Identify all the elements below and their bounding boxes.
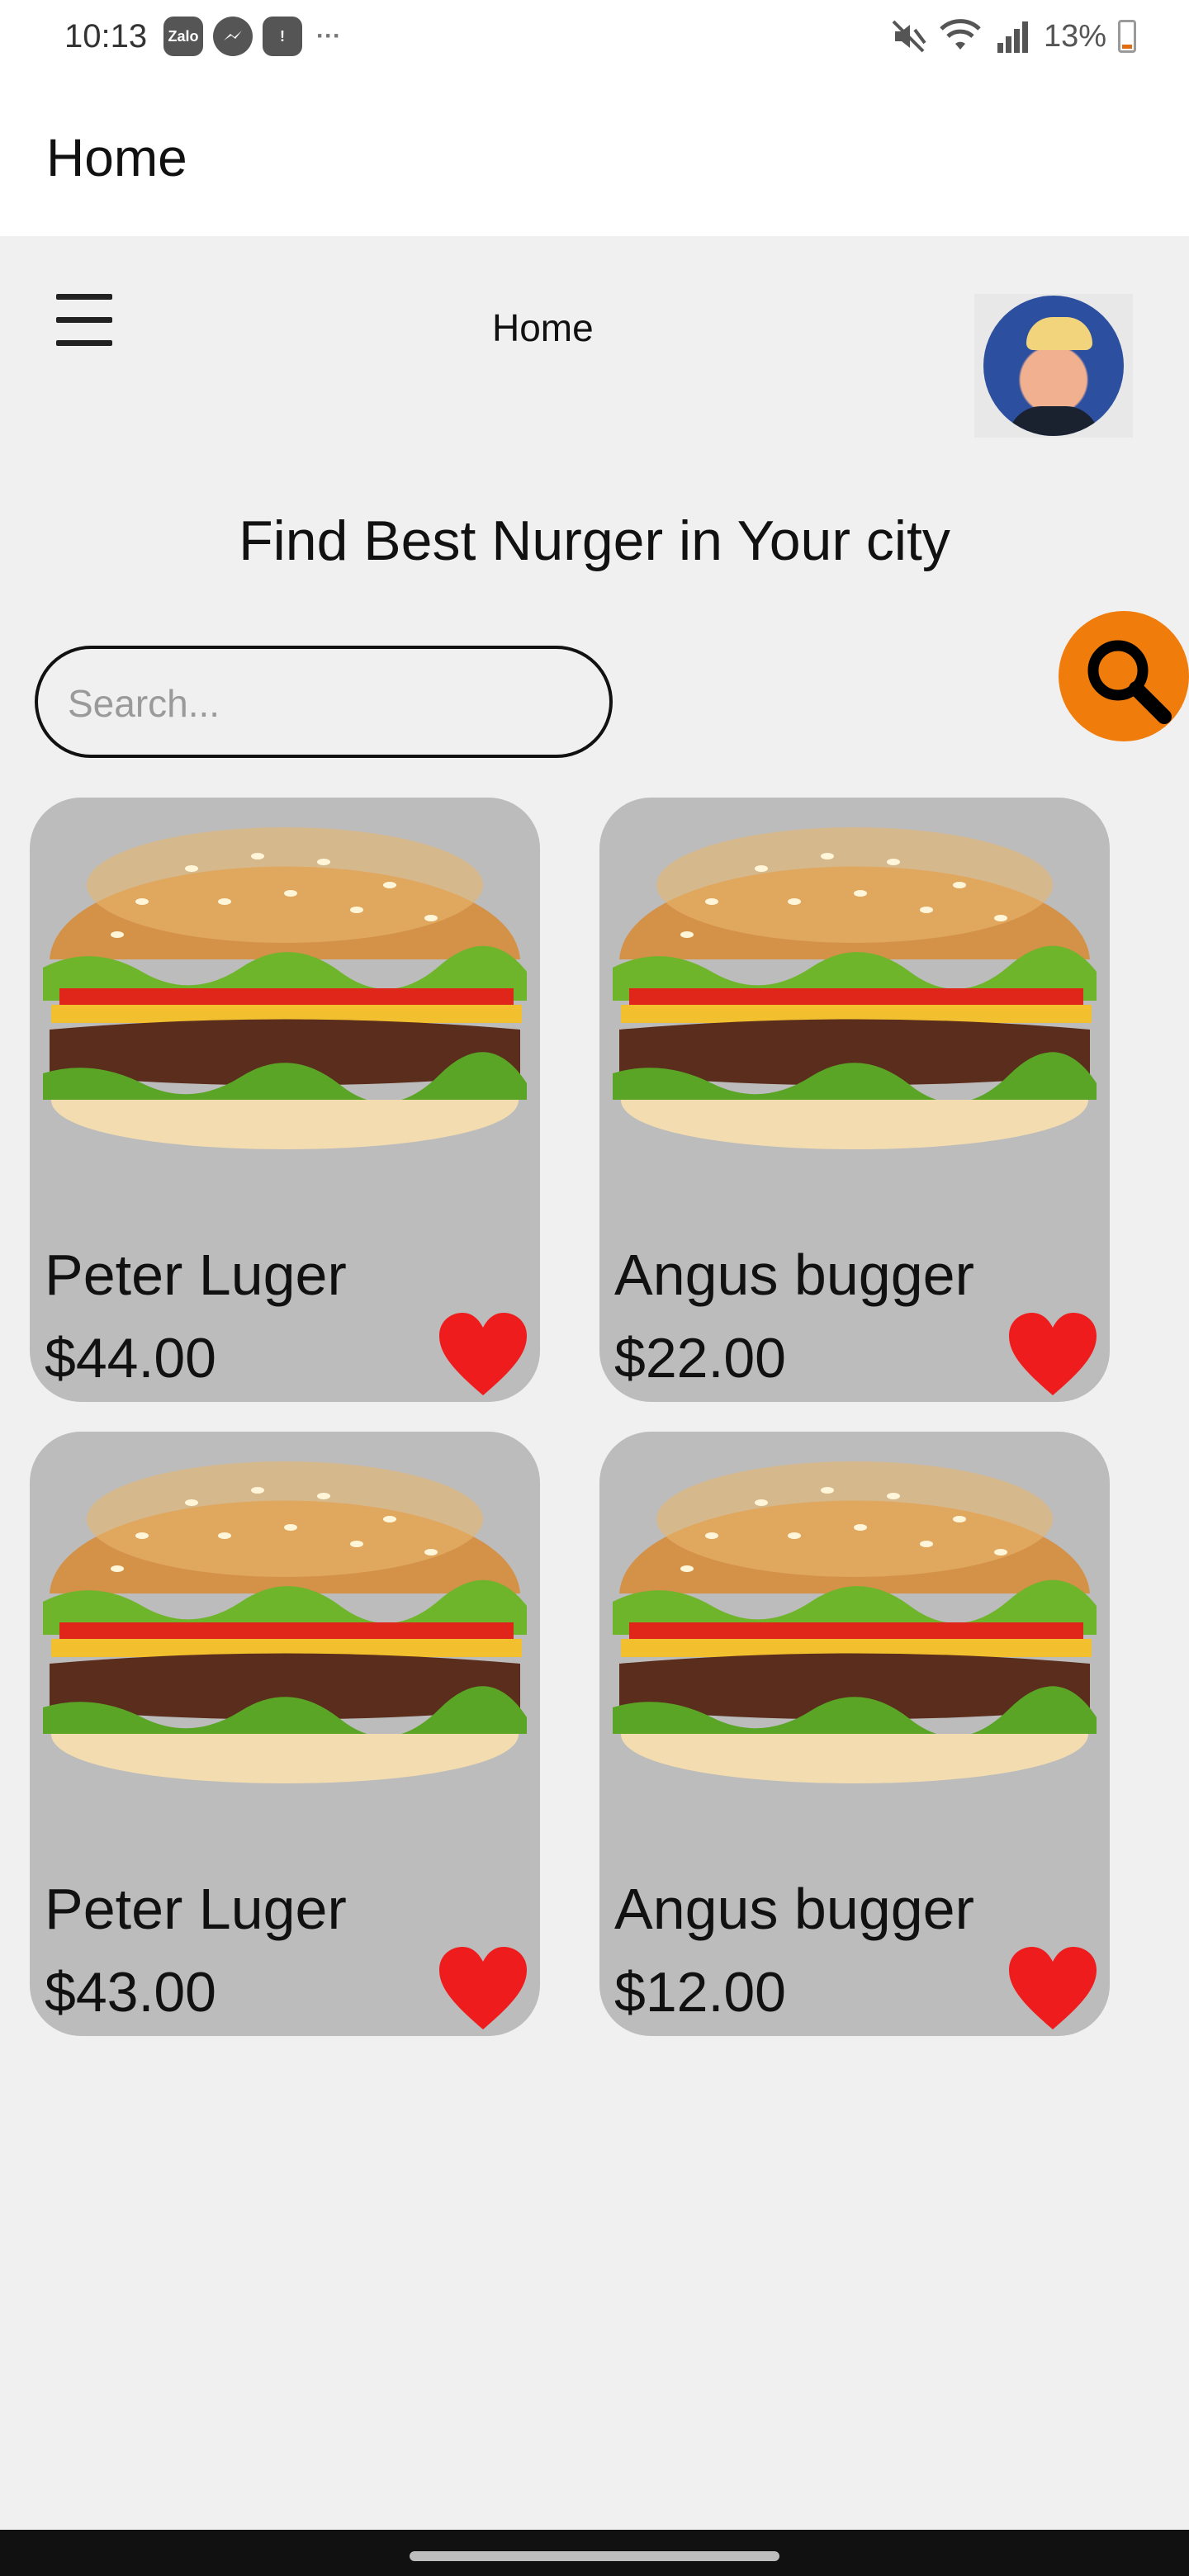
page-title: Home xyxy=(492,306,594,349)
search-input[interactable] xyxy=(66,677,581,730)
headline: Find Best Nurger in Your city xyxy=(239,509,950,572)
mute-icon xyxy=(892,20,926,53)
system-nav-bar xyxy=(0,2530,1189,2576)
more-dots-icon: ··· xyxy=(316,22,341,50)
battery-icon xyxy=(1118,20,1136,53)
app-bar-title: Home xyxy=(46,128,187,187)
product-card[interactable]: Angus bugger $12.00 xyxy=(599,1432,1110,2036)
status-time: 10:13 xyxy=(64,18,148,54)
wifi-icon xyxy=(940,19,981,50)
product-name: Angus bugger xyxy=(614,1243,974,1307)
product-card[interactable]: Angus bugger $22.00 xyxy=(599,798,1110,1402)
user-avatar[interactable] xyxy=(974,294,1133,438)
burger-image xyxy=(43,827,527,1149)
notification-icons: Zalo ! ··· xyxy=(163,17,345,56)
burger-image xyxy=(613,1461,1097,1783)
product-card[interactable]: Peter Luger $43.00 xyxy=(30,1432,540,2036)
messenger-icon xyxy=(213,17,253,56)
signal-icon xyxy=(997,21,1028,53)
burger-image xyxy=(613,827,1097,1149)
product-name: Peter Luger xyxy=(45,1877,347,1941)
product-price: $43.00 xyxy=(45,1961,216,2024)
heart-icon[interactable] xyxy=(1007,1945,1098,2033)
product-price: $44.00 xyxy=(45,1327,216,1390)
product-price: $12.00 xyxy=(614,1961,786,2024)
heart-icon[interactable] xyxy=(438,1945,528,2033)
alert-icon: ! xyxy=(263,17,302,56)
search-field[interactable] xyxy=(35,646,613,758)
burger-image xyxy=(43,1461,527,1783)
status-bar: 10:13 Zalo ! ··· 13% xyxy=(0,0,1189,74)
heart-icon[interactable] xyxy=(1007,1311,1098,1399)
home-gesture-handle[interactable] xyxy=(410,2551,779,2561)
product-name: Angus bugger xyxy=(614,1877,974,1941)
product-price: $22.00 xyxy=(614,1327,786,1390)
product-name: Peter Luger xyxy=(45,1243,347,1307)
search-icon xyxy=(1087,640,1172,724)
product-card[interactable]: Peter Luger $44.00 xyxy=(30,798,540,1402)
heart-icon[interactable] xyxy=(438,1311,528,1399)
hamburger-menu-icon[interactable] xyxy=(53,289,119,355)
search-button[interactable] xyxy=(1059,611,1189,741)
system-status: 13% xyxy=(890,17,1136,56)
app-bar: Home xyxy=(0,74,1189,236)
zalo-icon: Zalo xyxy=(163,17,203,56)
battery-percent: 13% xyxy=(1043,18,1106,54)
avatar-photo xyxy=(983,296,1124,436)
